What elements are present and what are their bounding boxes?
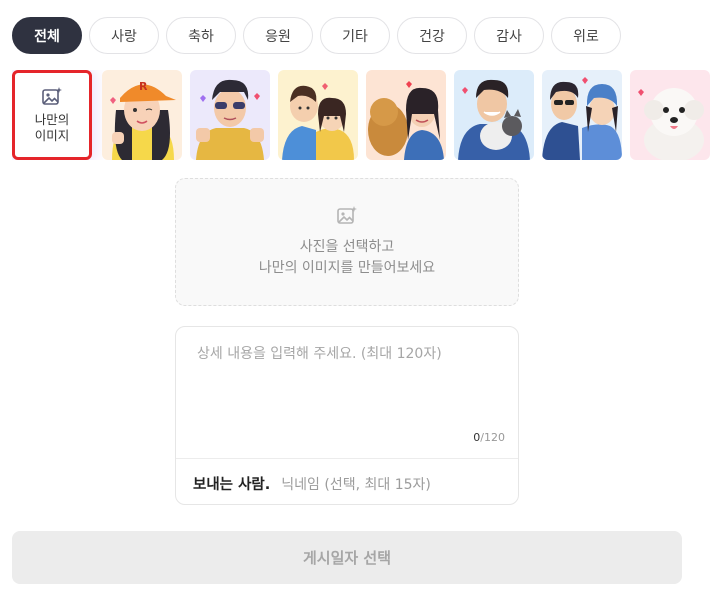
chip-thanks[interactable]: 감사 [474, 17, 544, 54]
upload-hint-line2: 나만의 이미지를 만들어보세요 [258, 260, 436, 276]
image-plus-icon [336, 205, 358, 229]
category-chips: 전체 사랑 축하 응원 기타 건강 감사 위로 [12, 17, 621, 54]
chip-all[interactable]: 전체 [12, 17, 82, 54]
upload-hint-line1: 사진을 선택하고 [299, 239, 395, 255]
thumb-couple-winter[interactable] [542, 70, 622, 160]
thumb-woman-dog[interactable] [366, 70, 446, 160]
message-textarea[interactable]: 상세 내용을 입력해 주세요. (최대 120자) [197, 343, 497, 363]
thumb-white-dog[interactable] [630, 70, 710, 160]
sender-nickname-input[interactable]: 닉네임 (선택, 최대 15자) [281, 474, 431, 494]
sender-label: 보내는 사람. [193, 477, 271, 493]
photo-upload-area[interactable]: 사진을 선택하고 나만의 이미지를 만들어보세요 [175, 178, 519, 306]
chip-love[interactable]: 사랑 [89, 17, 159, 54]
chip-cheer[interactable]: 응원 [243, 17, 313, 54]
thumb-girl-orange-cap[interactable]: R [102, 70, 182, 160]
divider [176, 458, 518, 459]
svg-text:R: R [139, 80, 148, 93]
image-plus-icon [41, 86, 63, 110]
select-post-date-button[interactable]: 게시일자 선택 [12, 531, 682, 584]
my-image-label: 나만의 이미지 [34, 112, 70, 143]
char-counter: 0/120 [473, 431, 505, 444]
chip-congrats[interactable]: 축하 [166, 17, 236, 54]
upload-hint: 사진을 선택하고 나만의 이미지를 만들어보세요 [259, 237, 435, 279]
sender-row: 보내는 사람. 닉네임 (선택, 최대 15자) [193, 473, 431, 494]
message-card: 상세 내용을 입력해 주세요. (최대 120자) 0/120 보내는 사람. … [175, 326, 519, 505]
char-max: /120 [480, 431, 505, 444]
chip-health[interactable]: 건강 [397, 17, 467, 54]
chip-etc[interactable]: 기타 [320, 17, 390, 54]
thumb-man-cat[interactable] [454, 70, 534, 160]
chip-comfort[interactable]: 위로 [551, 17, 621, 54]
image-strip: 나만의 이미지 R [12, 70, 711, 160]
thumb-kids-hug[interactable] [278, 70, 358, 160]
thumb-boy-sunglasses[interactable] [190, 70, 270, 160]
my-image-button[interactable]: 나만의 이미지 [12, 70, 92, 160]
